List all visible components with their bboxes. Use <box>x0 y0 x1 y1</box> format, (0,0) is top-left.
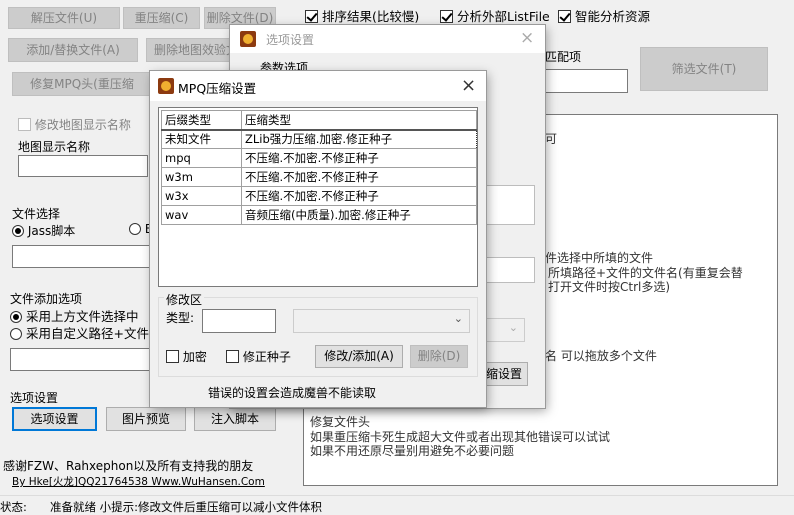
option-settings-label: 选项设置 <box>10 391 59 405</box>
fix-seed-label: 修正种子 <box>242 350 291 364</box>
repair-mpq-header-button[interactable]: 修复MPQ头(重压缩 <box>12 72 152 96</box>
file-add-options-label: 文件添加选项 <box>10 292 83 306</box>
log-line-5: 名 可以拖放多个文件 <box>545 349 657 363</box>
table-row[interactable]: w3m 不压缩.不加密.不修正种子 <box>161 167 477 187</box>
warcraft-icon <box>240 31 256 47</box>
option-settings-button[interactable]: 选项设置 <box>12 407 97 431</box>
radio-use-above-label: 采用上方文件选择中 <box>25 309 139 324</box>
radio-use-above-circle[interactable] <box>10 311 22 323</box>
smart-analyze-label: 智能分析资源 <box>574 9 650 24</box>
modify-map-name-checkbox[interactable]: 修改地图显示名称 <box>18 116 131 133</box>
table-cell: 未知文件 <box>161 129 242 149</box>
smart-analyze-check-box[interactable] <box>558 10 571 23</box>
analyze-external-checkbox[interactable]: 分析外部ListFile <box>440 6 550 25</box>
warcraft-icon <box>158 78 174 94</box>
map-display-name-label: 地图显示名称 <box>18 140 91 154</box>
table-row[interactable]: w3x 不压缩.不加密.不修正种子 <box>161 186 477 206</box>
modify-map-name-check-box[interactable] <box>18 118 31 131</box>
add-replace-file-button[interactable]: 添加/替换文件(A) <box>8 38 138 62</box>
radio-use-custom-label: 采用自定义路径+文件 <box>25 326 149 341</box>
status-label: 状态: <box>0 500 27 514</box>
fix-seed-checkbox[interactable]: 修正种子 <box>226 348 291 365</box>
options-field-b[interactable] <box>485 257 535 283</box>
radio-use-custom-circle[interactable] <box>10 328 22 340</box>
header-suffix-type[interactable]: 后缀类型 <box>161 110 242 131</box>
options-dialog-title: 选项设置 <box>266 33 315 47</box>
compression-type-dropdown[interactable]: ⌄ <box>293 309 470 333</box>
compression-settings-button[interactable]: 缩设置 <box>480 362 528 386</box>
table-cell: w3x <box>161 186 242 206</box>
radio-e-circle[interactable] <box>129 223 141 235</box>
mpq-dialog-title: MPQ压缩设置 <box>178 81 257 96</box>
table-cell: 不压缩.不加密.不修正种子 <box>241 167 477 187</box>
status-bar: 状态: 准备就绪 小提示:修改文件后重压缩可以减小文件体积 <box>0 495 794 515</box>
encrypt-check-box[interactable] <box>166 350 179 363</box>
log-line-4: 打开文件时按Ctrl多选) <box>548 280 671 294</box>
table-cell: ZLib强力压缩.加密.修正种子 <box>241 129 477 149</box>
options-dropdown[interactable]: ⌄ <box>485 318 525 342</box>
credit-link[interactable]: By Hke[火龙]QQ21764538 Www.WuHansen.Com <box>12 474 265 489</box>
sort-result-label: 排序结果(比较慢) <box>321 9 420 24</box>
mpq-dialog-titlebar[interactable]: MPQ压缩设置 × <box>150 71 486 101</box>
match-input[interactable] <box>545 69 628 93</box>
file-select-label: 文件选择 <box>12 207 61 221</box>
modify-map-name-label: 修改地图显示名称 <box>34 118 131 132</box>
table-cell: 不压缩.不加密.不修正种子 <box>241 148 477 168</box>
thanks-text: 感谢FZW、Rahxephon以及所有支持我的朋友 <box>3 459 254 473</box>
analyze-external-check-box[interactable] <box>440 10 453 23</box>
table-row[interactable]: 未知文件 ZLib强力压缩.加密.修正种子 <box>161 129 477 149</box>
map-display-name-input[interactable] <box>18 155 148 177</box>
file-select-input[interactable] <box>12 245 152 268</box>
close-icon[interactable]: × <box>461 75 476 96</box>
radio-jass[interactable]: Jass脚本 <box>12 222 75 239</box>
log-line-1: 可 <box>545 132 558 146</box>
table-header-row: 后缀类型 压缩类型 <box>161 110 477 131</box>
chevron-down-icon: ⌄ <box>453 312 463 325</box>
analyze-external-label: 分析外部ListFile <box>456 9 550 24</box>
options-dialog-titlebar[interactable]: 选项设置 × <box>230 25 545 53</box>
radio-e-partial[interactable]: E <box>129 222 152 236</box>
options-field-a[interactable] <box>485 185 535 225</box>
close-icon[interactable]: × <box>520 28 534 48</box>
recompress-button[interactable]: 重压缩(C) <box>123 7 200 29</box>
sort-result-check-box[interactable] <box>305 10 318 23</box>
radio-use-custom[interactable]: 采用自定义路径+文件 <box>10 323 149 342</box>
table-row[interactable]: mpq 不压缩.不加密.不修正种子 <box>161 148 477 168</box>
header-compression-type[interactable]: 压缩类型 <box>241 110 477 131</box>
modify-add-button[interactable]: 修改/添加(A) <box>315 345 403 368</box>
match-label: 匹配项 <box>545 50 582 64</box>
delete-entry-button[interactable]: 删除(D) <box>410 345 468 368</box>
fix-seed-check-box[interactable] <box>226 350 239 363</box>
suffix-type-input[interactable] <box>202 309 276 333</box>
compression-table[interactable]: 后缀类型 压缩类型 未知文件 ZLib强力压缩.加密.修正种子 mpq 不压缩.… <box>161 110 477 225</box>
chevron-down-icon: ⌄ <box>508 321 518 334</box>
table-cell: w3m <box>161 167 242 187</box>
table-cell: 音频压缩(中质量).加密.修正种子 <box>241 205 477 225</box>
encrypt-label: 加密 <box>182 350 207 364</box>
status-text: 准备就绪 小提示:修改文件后重压缩可以减小文件体积 <box>50 500 323 514</box>
image-preview-button[interactable]: 图片预览 <box>106 407 186 431</box>
filter-files-button[interactable]: 筛选文件(T) <box>640 47 768 91</box>
radio-jass-circle[interactable] <box>12 225 24 237</box>
smart-analyze-checkbox[interactable]: 智能分析资源 <box>558 6 650 25</box>
table-cell: 不压缩.不加密.不修正种子 <box>241 186 477 206</box>
log-line-8: 如果不用还原尽量别用避免不必要问题 <box>310 444 515 458</box>
mpq-compression-dialog: MPQ压缩设置 × 后缀类型 压缩类型 未知文件 ZLib强力压缩.加密.修正种… <box>150 71 486 407</box>
inject-script-button[interactable]: 注入脚本 <box>194 407 276 431</box>
table-row[interactable]: wav 音频压缩(中质量).加密.修正种子 <box>161 205 477 225</box>
encrypt-checkbox[interactable]: 加密 <box>166 348 207 365</box>
modify-area-label: 修改区 <box>164 291 205 308</box>
type-label: 类型: <box>166 311 195 325</box>
warning-text: 错误的设置会造成魔兽不能读取 <box>208 386 377 400</box>
table-cell: wav <box>161 205 242 225</box>
custom-path-input[interactable] <box>10 348 155 371</box>
table-cell: mpq <box>161 148 242 168</box>
sort-result-checkbox[interactable]: 排序结果(比较慢) <box>305 6 419 25</box>
extract-button[interactable]: 解压文件(U) <box>8 7 120 29</box>
radio-jass-label: Jass脚本 <box>27 224 76 238</box>
compression-table-frame[interactable]: 后缀类型 压缩类型 未知文件 ZLib强力压缩.加密.修正种子 mpq 不压缩.… <box>158 107 478 287</box>
